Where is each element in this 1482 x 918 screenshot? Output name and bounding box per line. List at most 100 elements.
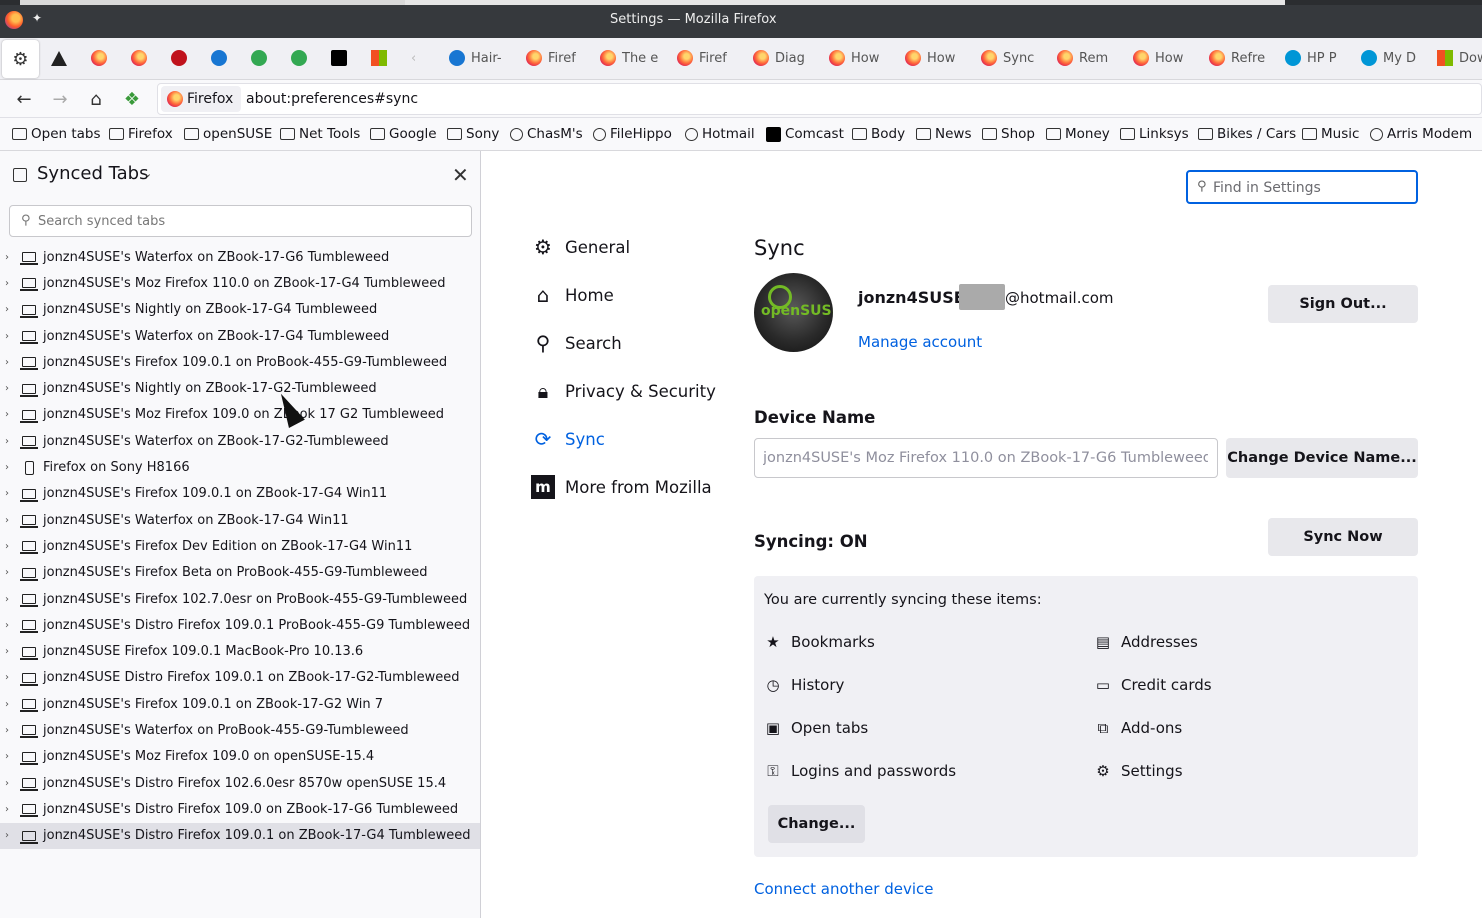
device-row[interactable]: › jonzn4SUSE's Waterfox on ProBook-455-G9… — [0, 717, 480, 743]
change-device-name-button[interactable]: Change Device Name... — [1226, 438, 1418, 478]
chevron-right-icon[interactable]: › — [5, 594, 17, 605]
device-row[interactable]: › jonzn4SUSE's Moz Firefox 109.0 on ZBook… — [0, 402, 480, 428]
device-row[interactable]: › jonzn4SUSE's Nightly on ZBook-17-G2-Tum… — [0, 375, 480, 401]
chevron-right-icon[interactable]: › — [5, 357, 17, 368]
chevron-right-icon[interactable]: › — [5, 699, 17, 710]
find-in-settings-input[interactable] — [1213, 177, 1408, 199]
tab-9[interactable]: How — [1133, 46, 1183, 70]
category-privacy-security[interactable]: 🔒︎ Privacy & Security — [531, 378, 716, 404]
home-button[interactable]: ⌂ — [84, 87, 108, 111]
tab-12[interactable]: My D — [1361, 46, 1416, 70]
chevron-right-icon[interactable]: › — [5, 725, 17, 736]
chevron-right-icon[interactable]: › — [5, 567, 17, 578]
chevron-right-icon[interactable]: › — [5, 778, 17, 789]
extension-button[interactable]: ❖ — [120, 87, 144, 111]
back-button[interactable]: ← — [12, 87, 36, 111]
device-row[interactable]: › jonzn4SUSE's Waterfox on ZBook-17-G6 Tu… — [0, 244, 480, 270]
device-row[interactable]: › jonzn4SUSE's Nightly on ZBook-17-G4 Tum… — [0, 297, 480, 323]
chevron-right-icon[interactable]: › — [5, 252, 17, 263]
device-row[interactable]: › jonzn4SUSE Distro Firefox 109.0.1 on ZB… — [0, 665, 480, 691]
device-row[interactable]: › Firefox on Sony H8166 — [0, 454, 480, 480]
device-row[interactable]: › jonzn4SUSE's Firefox 109.0.1 on ZBook-1… — [0, 691, 480, 717]
chevron-right-icon[interactable]: › — [5, 804, 17, 815]
bookmark-comcast[interactable]: Comcast — [766, 126, 844, 142]
sync-now-button[interactable]: Sync Now — [1268, 518, 1418, 556]
device-row[interactable]: › jonzn4SUSE's Firefox Beta on ProBook-45… — [0, 560, 480, 586]
device-name-input[interactable] — [763, 448, 1208, 468]
bookmark-bikes-cars[interactable]: Bikes / Cars — [1198, 126, 1296, 142]
bookmark-net-tools[interactable]: Net Tools — [280, 126, 360, 142]
tab-2[interactable]: The e — [600, 46, 658, 70]
chevron-right-icon[interactable]: › — [5, 409, 17, 420]
synced-tabs-search-input[interactable] — [38, 210, 458, 232]
bookmark-opensuse[interactable]: openSUSE — [184, 126, 272, 142]
device-row[interactable]: › jonzn4SUSE's Distro Firefox 109.0.1 on … — [0, 822, 480, 849]
bookmark-money[interactable]: Money — [1046, 126, 1110, 142]
manage-account-link[interactable]: Manage account — [858, 333, 982, 351]
bookmark-google[interactable]: Google — [370, 126, 437, 142]
forward-button[interactable]: → — [48, 87, 72, 111]
pinned-tab-chat[interactable] — [211, 46, 233, 70]
chevron-right-icon[interactable]: › — [5, 620, 17, 631]
tab-0[interactable]: Hair- — [449, 46, 502, 70]
chevron-right-icon[interactable]: › — [5, 278, 17, 289]
chevron-right-icon[interactable]: › — [5, 541, 17, 552]
device-row[interactable]: › jonzn4SUSE's Moz Firefox 110.0 on ZBook… — [0, 270, 480, 296]
bookmark-shop[interactable]: Shop — [982, 126, 1035, 142]
identity-chip[interactable]: Firefox — [161, 86, 242, 112]
bookmark-body[interactable]: Body — [852, 126, 905, 142]
device-row[interactable]: › jonzn4SUSE's Moz Firefox 109.0 on openS… — [0, 744, 480, 770]
device-row[interactable]: › jonzn4SUSE's Firefox 102.7.0esr on ProB… — [0, 586, 480, 612]
device-row[interactable]: › jonzn4SUSE's Firefox 109.0.1 on ZBook-1… — [0, 481, 480, 507]
category-more-from-mozilla[interactable]: m More from Mozilla — [531, 474, 712, 500]
bookmark-arris-modem[interactable]: Arris Modem — [1370, 126, 1472, 142]
close-sidebar-button[interactable]: ✕ — [452, 163, 469, 187]
url-bar[interactable]: Firefox about:preferences#sync — [157, 83, 1482, 115]
pinned-tab-microsoft[interactable] — [371, 46, 393, 70]
url-text[interactable]: about:preferences#sync — [246, 91, 418, 107]
bookmark-firefox[interactable]: Firefox — [109, 126, 173, 142]
tab-6[interactable]: How — [905, 46, 955, 70]
device-row[interactable]: › jonzn4SUSE's Waterfox on ZBook-17-G2-Tu… — [0, 428, 480, 454]
category-home[interactable]: ⌂ Home — [531, 282, 614, 308]
chevron-right-icon[interactable]: › — [5, 515, 17, 526]
change-sync-items-button[interactable]: Change... — [768, 805, 865, 843]
device-row[interactable]: › jonzn4SUSE's Firefox Dev Edition on ZBo… — [0, 533, 480, 559]
category-general[interactable]: ⚙ General — [531, 234, 630, 260]
chevron-right-icon[interactable]: › — [5, 331, 17, 342]
tab-13[interactable]: Dow — [1437, 46, 1482, 70]
device-row[interactable]: › jonzn4SUSE's Distro Firefox 102.6.0esr … — [0, 770, 480, 796]
bookmark-open-tabs[interactable]: Open tabs — [12, 126, 101, 142]
chevron-right-icon[interactable]: › — [5, 462, 17, 473]
tab-1[interactable]: Firef — [526, 46, 576, 70]
find-in-settings[interactable]: ⚲ — [1186, 170, 1418, 204]
sign-out-button[interactable]: Sign Out... — [1268, 285, 1418, 323]
bookmark-filehippo[interactable]: FileHippo — [593, 126, 672, 142]
chevron-right-icon[interactable]: › — [5, 383, 17, 394]
tab-scroll-left[interactable]: ‹ — [411, 46, 416, 70]
category-sync[interactable]: ⟳ Sync — [531, 426, 605, 452]
chevron-down-icon[interactable]: ⌄ — [143, 167, 152, 180]
device-row[interactable]: › jonzn4SUSE's Distro Firefox 109.0.1 Pro… — [0, 612, 480, 638]
device-name-field[interactable] — [754, 438, 1218, 478]
bookmark-hotmail[interactable]: Hotmail — [685, 126, 755, 142]
chevron-right-icon[interactable]: › — [5, 304, 17, 315]
tab-3[interactable]: Firef — [677, 46, 727, 70]
tab-10[interactable]: Refre — [1209, 46, 1265, 70]
chevron-right-icon[interactable]: › — [5, 436, 17, 447]
bookmark-linksys[interactable]: Linksys — [1120, 126, 1189, 142]
chevron-right-icon[interactable]: › — [5, 830, 17, 841]
tab-8[interactable]: Rem — [1057, 46, 1108, 70]
synced-tabs-search[interactable]: ⚲ — [9, 205, 472, 237]
chevron-right-icon[interactable]: › — [5, 751, 17, 762]
bookmark-music[interactable]: Music — [1302, 126, 1359, 142]
chevron-right-icon[interactable]: › — [5, 672, 17, 683]
category-search[interactable]: ⚲ Search — [531, 330, 622, 356]
chevron-right-icon[interactable]: › — [5, 646, 17, 657]
avatar[interactable]: openSUSE — [754, 273, 833, 352]
device-row[interactable]: › jonzn4SUSE's Waterfox on ZBook-17-G4 Wi… — [0, 507, 480, 533]
device-row[interactable]: › jonzn4SUSE's Firefox 109.0.1 on ProBook… — [0, 349, 480, 375]
connect-another-device-link[interactable]: Connect another device — [754, 880, 934, 898]
tab-7[interactable]: Sync — [981, 46, 1034, 70]
pinned-tab-warning[interactable] — [51, 46, 73, 70]
